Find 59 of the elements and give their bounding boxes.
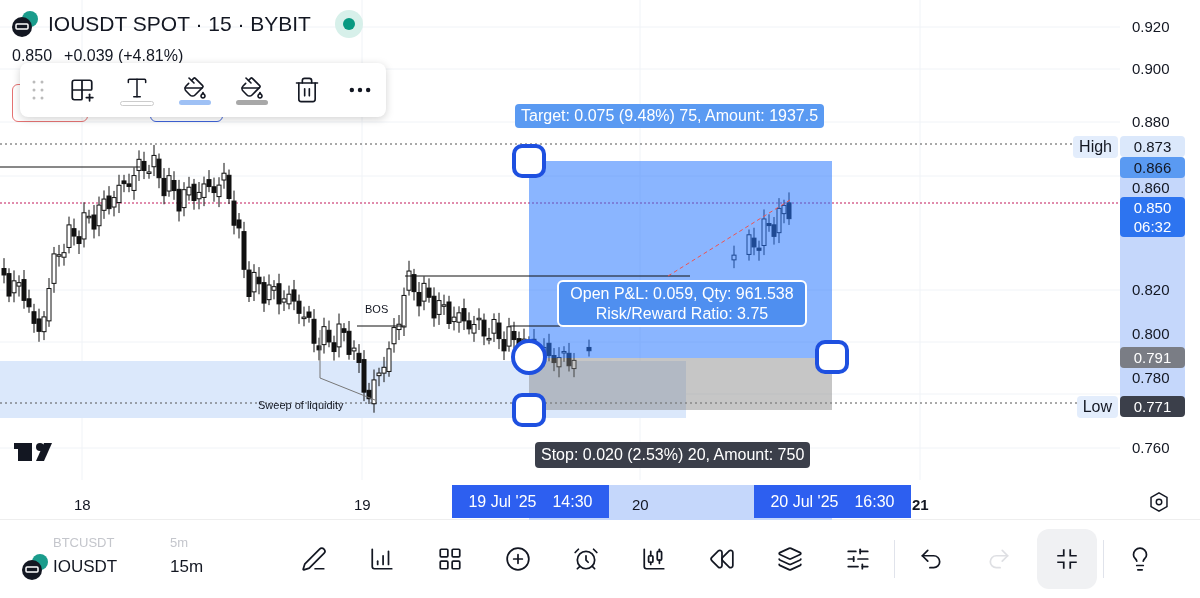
coin-icon: [20, 552, 50, 582]
chart-logo: [14, 443, 52, 461]
range-time: 14:30: [552, 491, 593, 512]
price-tick: 0.860: [1132, 180, 1170, 196]
add-widget-icon[interactable]: [69, 77, 95, 103]
stop-label: Stop: 0.020 (2.53%) 20, Amount: 750: [535, 442, 811, 468]
price-tick: 0.900: [1132, 61, 1170, 77]
paint-bucket-icon[interactable]: [183, 75, 207, 100]
symbol-interval: 15m: [170, 556, 204, 579]
price-change: +0.039 (+4.81%): [64, 46, 184, 66]
candle: [731, 245, 737, 269]
price-tick: 0.760: [1132, 440, 1170, 456]
time-tick: 21: [912, 495, 929, 515]
candle: [586, 339, 592, 357]
stop-handle[interactable]: [512, 393, 546, 427]
price-marker-value: 0.866: [1133, 158, 1172, 177]
range-date: 20 Jul '25: [770, 491, 839, 512]
drag-handle-icon[interactable]: [32, 79, 44, 101]
price-tick: 0.920: [1132, 19, 1170, 35]
chart-annotation: Sweep of liquidity: [258, 398, 344, 413]
price-tick: 0.820: [1132, 282, 1170, 298]
price-marker-value: 0.873: [1133, 137, 1172, 156]
price-tick: 0.800: [1132, 326, 1170, 342]
target-handle[interactable]: [512, 144, 546, 178]
sweep-line: [319, 329, 376, 401]
symbol-row[interactable]: IOUSDT 15m: [20, 551, 280, 583]
width-handle[interactable]: [815, 340, 849, 374]
settings-icon[interactable]: [1148, 491, 1170, 513]
info-line: Risk/Reward Ratio: 3.75: [595, 303, 769, 324]
price-tag: Low: [1076, 396, 1118, 418]
delete-icon[interactable]: [293, 76, 321, 104]
color-swatch: [236, 99, 268, 105]
price-marker-value: 0.791: [1133, 348, 1172, 367]
price-tick: 0.780: [1132, 370, 1170, 386]
time-tick: 18: [74, 495, 91, 515]
range-date: 19 Jul '25: [468, 491, 537, 512]
time-tick: 20: [632, 495, 649, 515]
countdown: 06:32: [1133, 217, 1172, 236]
coin-icon: [10, 8, 40, 39]
target-label: Target: 0.075 (9.48%) 75, Amount: 1937.5: [515, 104, 825, 128]
paint-bucket-icon[interactable]: [240, 75, 264, 100]
price-marker-value: 0.771: [1133, 397, 1172, 416]
last-price: 0.850: [12, 46, 53, 66]
price-tag: High: [1073, 136, 1118, 158]
price-tick: 0.880: [1132, 114, 1170, 130]
range-time: 16:30: [854, 491, 895, 512]
color-swatch: [179, 99, 211, 105]
color-swatch: [120, 100, 154, 106]
symbol-name: BTCUSDT: [52, 534, 116, 553]
entry-handle[interactable]: [511, 339, 547, 375]
time-tick: 19: [354, 495, 371, 515]
info-line: Open P&L: 0.059, Qty: 961.538: [570, 283, 794, 304]
trend-line: [509, 325, 561, 327]
symbol-name: IOUSDT: [52, 556, 119, 579]
symbol-interval: 5m: [170, 534, 189, 553]
trend-line: [356, 325, 406, 327]
chart-annotation: BOS: [365, 302, 389, 317]
price-marker-value: 0.850: [1133, 198, 1172, 217]
symbol-title: IOUSDT SPOT · 15 · BYBIT: [48, 11, 311, 37]
